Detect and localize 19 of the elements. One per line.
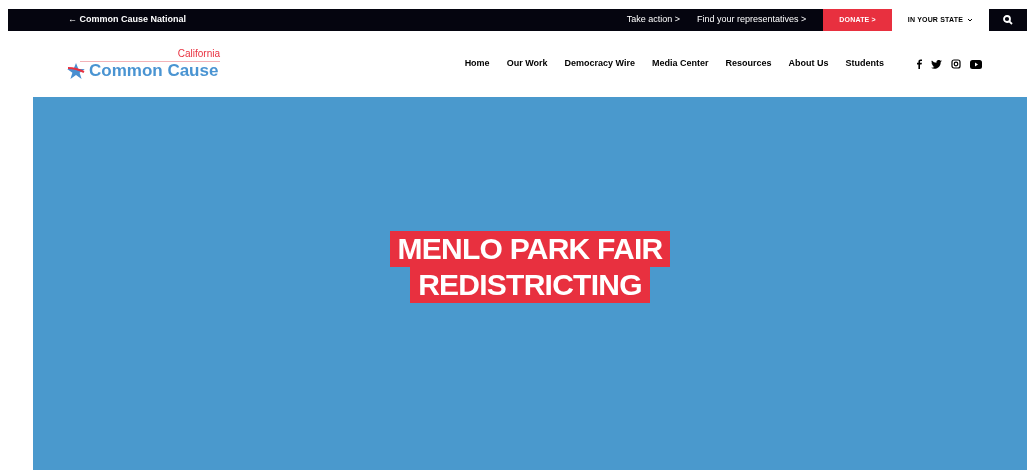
facebook-icon[interactable]	[916, 59, 922, 69]
chevron-down-icon	[967, 18, 973, 22]
nav-link[interactable]: Resources	[725, 57, 772, 71]
logo-state-text: California	[177, 48, 220, 59]
nav-link[interactable]: About Us	[788, 57, 829, 71]
top-link[interactable]: Take action >	[626, 13, 681, 27]
search-icon	[1003, 15, 1013, 25]
instagram-icon[interactable]	[951, 59, 961, 69]
back-link[interactable]: ← Common Cause National	[68, 13, 186, 27]
nav-link[interactable]: Home	[464, 57, 490, 71]
nav-link[interactable]: Democracy Wire	[564, 57, 635, 71]
youtube-icon[interactable]	[970, 59, 982, 69]
star-icon	[66, 61, 86, 80]
logo-name-text: Common Cause	[89, 62, 219, 79]
nav-link[interactable]: Students	[845, 57, 884, 71]
nav-link[interactable]: Our Work	[506, 57, 548, 71]
top-link[interactable]: Find your representatives >	[697, 13, 807, 27]
nav-link[interactable]: Media Center	[651, 57, 709, 71]
twitter-icon[interactable]	[931, 59, 942, 69]
